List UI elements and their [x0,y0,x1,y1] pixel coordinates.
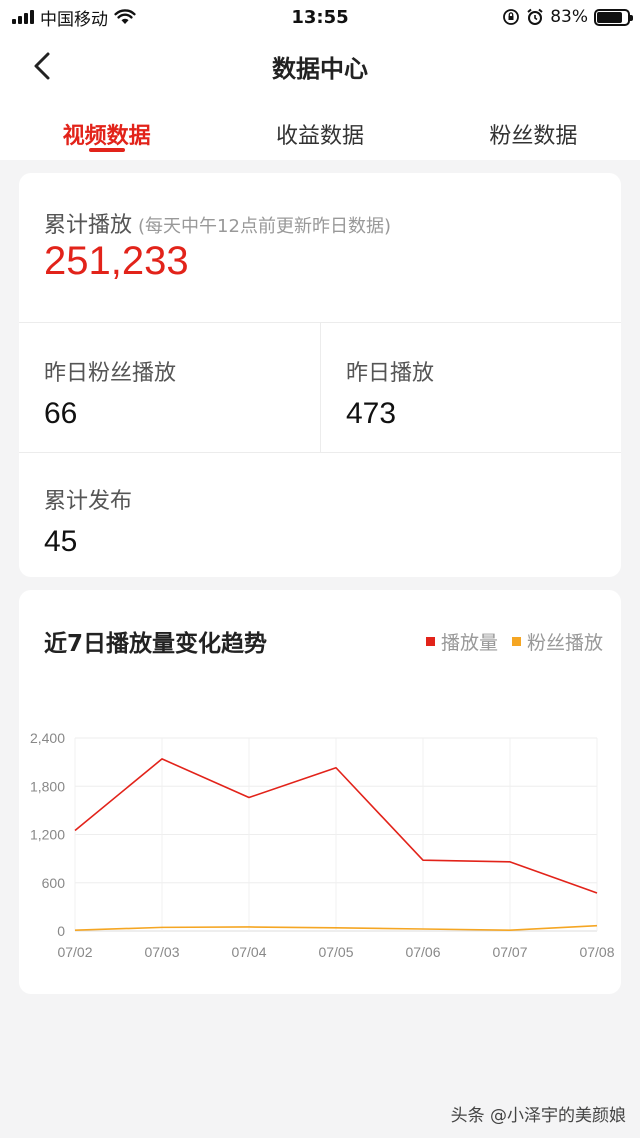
watermark: 头条 @小泽宇的美颜娘 [450,1106,626,1126]
carrier-label: 中国移动 [40,9,108,30]
status-right: 83% [502,7,633,27]
total-published-value: 45 [44,525,78,558]
chart-card: 近7日播放量变化趋势 播放量 粉丝播放 0 600 1,200 1,800 2,400 0… [19,590,621,994]
tab-bar: 视频数据 收益数据 粉丝数据 [0,98,640,160]
y-tick-label: 2,400 [30,730,65,746]
signal-icon [12,10,34,24]
legend-swatch-plays [425,637,435,646]
y-tick-label: 0 [57,923,65,939]
tab-income-data[interactable]: 收益数据 [213,98,426,160]
page-title: 数据中心 [272,54,368,83]
yesterday-play-value: 473 [346,397,397,430]
x-tick-label: 07/03 [144,944,179,960]
total-published-cell: 累计发布 45 [44,483,132,559]
legend-label-plays: 播放量 [440,632,498,654]
battery-percent: 83% [550,7,588,27]
legend-label-fan-plays: 粉丝播放 [526,632,603,654]
x-tick-label: 07/02 [57,944,92,960]
nav-bar: 数据中心 [0,34,640,98]
alarm-icon [527,8,543,25]
update-note: (每天中午12点前更新昨日数据) [138,216,391,237]
total-play-label: 累计播放 [44,213,133,238]
y-tick-label: 1,200 [30,827,65,843]
tab-fans-data[interactable]: 粉丝数据 [427,98,640,160]
battery-level [597,11,622,23]
line-chart: 0 600 1,200 1,800 2,400 07/02 07/03 07/04 07/05 0… [30,730,615,960]
total-play-block: 累计播放 (每天中午12点前更新昨日数据) 251,233 [19,173,621,323]
battery-icon [594,8,633,26]
yesterday-fan-play-value: 66 [44,397,78,430]
legend-swatch-fan-plays [511,637,521,646]
yesterday-play-cell: 昨日播放 473 [346,355,434,431]
tab-video-data[interactable]: 视频数据 [0,98,213,160]
x-tick-label: 07/06 [405,944,440,960]
x-tick-label: 07/07 [492,944,527,960]
total-published-label: 累计发布 [44,489,133,514]
wifi-icon [114,9,136,24]
legend-item-plays[interactable]: 播放量 [425,628,498,655]
stats-card: 累计播放 (每天中午12点前更新昨日数据) 251,233 昨日粉丝播放 66 … [19,173,621,577]
x-tick-label: 07/08 [579,944,614,960]
status-left: 中国移动 [12,5,136,30]
yesterday-play-label: 昨日播放 [346,361,435,386]
vertical-divider [320,323,321,453]
yesterday-row: 昨日粉丝播放 66 昨日播放 473 [19,323,621,453]
yesterday-fan-play-cell: 昨日粉丝播放 66 [44,355,176,431]
chart-title: 近7日播放量变化趋势 [44,631,268,657]
chart-legend: 播放量 粉丝播放 [425,628,603,655]
y-tick-label: 600 [42,875,66,891]
back-icon[interactable] [26,48,62,84]
yesterday-fan-play-label: 昨日粉丝播放 [44,361,177,386]
status-bar: 中国移动 13:55 83% [0,0,640,34]
x-tick-label: 07/05 [318,944,353,960]
y-tick-label: 1,800 [30,778,65,794]
total-play-label-row: 累计播放 (每天中午12点前更新昨日数据) [44,207,391,239]
x-tick-label: 07/04 [231,944,266,960]
orientation-lock-icon [503,9,520,25]
total-play-value: 251,233 [44,239,189,283]
legend-item-fan-plays[interactable]: 粉丝播放 [511,628,603,655]
